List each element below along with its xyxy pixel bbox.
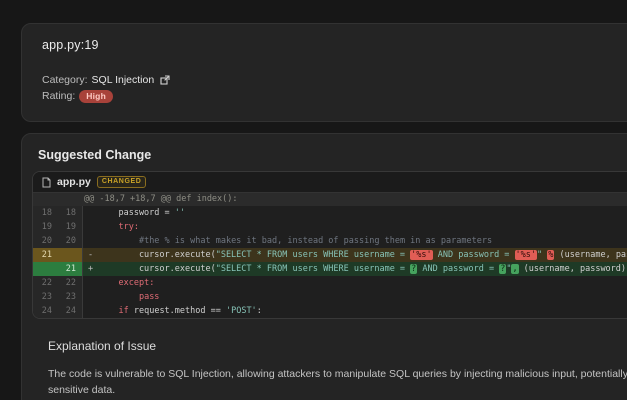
diff-hunk-header: @@ -18,7 +18,7 @@ def index(): [33, 193, 627, 206]
category-row: Category: SQL Injection [42, 72, 627, 88]
diff-row: 23 23 pass [33, 290, 627, 304]
diff-rows: 18 18 password = '' 19 19 try: 20 20 #the % i… [33, 206, 627, 318]
new-line-number: 22 [58, 276, 83, 290]
old-line-number: 20 [33, 234, 58, 248]
category-label: Category: [42, 74, 88, 86]
code-line: #the % is what makes it bad, instead of … [138, 236, 493, 246]
diff-file-header: app.py CHANGED [33, 172, 627, 193]
diff-row: 21 - cursor.execute("SELECT * FROM users … [33, 248, 627, 262]
old-line-number: 19 [33, 220, 58, 234]
code-line: password = '' [98, 208, 186, 218]
old-line-number: 23 [33, 290, 58, 304]
new-line-number: 20 [58, 234, 83, 248]
code-line: pass [138, 292, 160, 302]
code-line: if request.method == 'POST': [118, 306, 262, 316]
rating-badge: High [79, 89, 113, 103]
changed-badge: CHANGED [96, 176, 147, 188]
diff-row: 18 18 password = '' [33, 206, 627, 220]
code-line: cursor.execute("SELECT * FROM users WHER… [98, 248, 627, 262]
old-line-number: 21 [33, 248, 58, 262]
diff-row: 24 24 if request.method == 'POST': [33, 304, 627, 318]
new-line-number [58, 248, 83, 262]
explanation-heading: Explanation of Issue [48, 339, 157, 353]
diff-row: 22 22 except: [33, 276, 627, 290]
diff-viewer: app.py CHANGED @@ -18,7 +18,7 @@ def ind… [32, 171, 627, 319]
issue-summary-card: app.py:19 Category: SQL Injection Rating… [21, 23, 627, 122]
code-line: except: [118, 278, 155, 288]
old-line-number: 18 [33, 206, 58, 220]
category-value: SQL Injection [91, 74, 155, 86]
new-line-number: 24 [58, 304, 83, 318]
suggested-change-card: Suggested Change app.py CHANGED @@ -18,7… [21, 133, 627, 400]
old-line-number: 22 [33, 276, 58, 290]
page: app.py:19 Category: SQL Injection Rating… [0, 0, 627, 400]
diff-row: 21 + cursor.execute("SELECT * FROM users … [33, 262, 627, 276]
old-line-number [33, 262, 58, 276]
diff-marker [83, 220, 98, 234]
diff-row: 19 19 try: [33, 220, 627, 234]
code-line: cursor.execute("SELECT * FROM users WHER… [98, 262, 627, 276]
diff-row: 20 20 #the % is what makes it bad, instea… [33, 234, 627, 248]
code-line: try: [118, 222, 139, 232]
diff-marker [83, 206, 98, 220]
suggested-change-heading: Suggested Change [38, 148, 152, 162]
diff-marker [83, 304, 98, 318]
rating-label: Rating: [42, 90, 76, 102]
new-line-number: 18 [58, 206, 83, 220]
explanation-section: Explanation of Issue The code is vulnera… [48, 339, 627, 398]
diff-marker: + [83, 262, 98, 276]
diff-marker: - [83, 248, 98, 262]
page-title: app.py:19 [42, 38, 99, 52]
external-link-icon[interactable] [160, 75, 170, 85]
diff-marker [83, 276, 98, 290]
file-name: app.py [57, 176, 91, 188]
file-icon [42, 177, 51, 188]
diff-marker [83, 290, 98, 304]
new-line-number: 23 [58, 290, 83, 304]
rating-row: Rating: High [42, 88, 627, 104]
new-line-number: 21 [58, 262, 83, 276]
new-line-number: 19 [58, 220, 83, 234]
diff-marker [83, 234, 98, 248]
old-line-number: 24 [33, 304, 58, 318]
explanation-text: The code is vulnerable to SQL Injection,… [48, 368, 627, 396]
